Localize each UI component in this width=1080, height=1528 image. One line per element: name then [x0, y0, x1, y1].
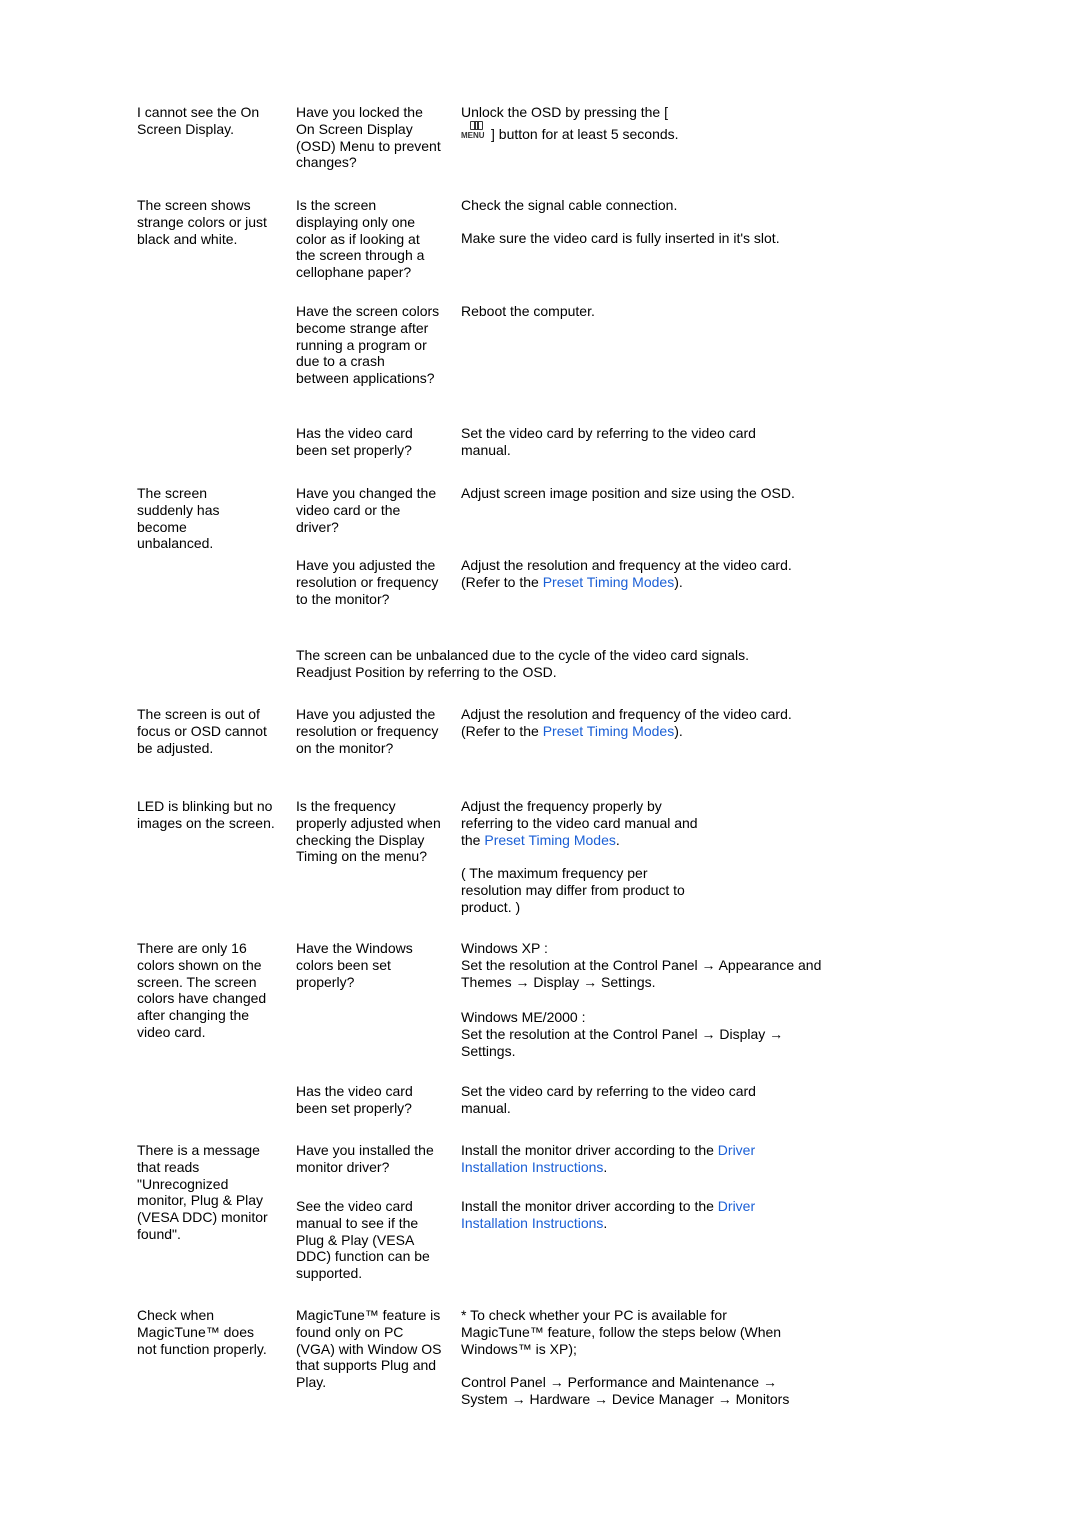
symptom-out-of-focus: The screen is out of focus or OSD cannot…: [137, 706, 267, 756]
solution-text: .: [615, 831, 620, 848]
preset-timing-modes-link[interactable]: Preset Timing Modes: [543, 574, 675, 590]
menu-button-icon: MENU: [461, 120, 491, 141]
windows-me-steps: Set the resolution at the Control Panel …: [461, 1025, 784, 1059]
windows-xp-steps: Set the resolution at the Control Panel …: [461, 956, 822, 990]
symptom-unrecognized-monitor: There is a message that reads "Unrecogni…: [137, 1142, 268, 1242]
solution-text: .: [603, 1158, 608, 1175]
solution-video-card-manual-2: Set the video card by referring to the v…: [461, 1083, 756, 1116]
solution-text: ] button for at least 5 seconds.: [491, 125, 679, 142]
check-frequency-adjusted: Is the frequency properly adjusted when …: [296, 798, 441, 865]
check-video-card-set: Has the video card been set properly?: [296, 425, 413, 458]
solution-text: .: [603, 1214, 608, 1231]
solution-adjust-resolution-video-card: Adjust the resolution and frequency of t…: [461, 706, 831, 740]
windows-xp-title: Windows XP :: [461, 940, 548, 956]
symptom-strange-colors: The screen shows strange colors or just …: [137, 197, 267, 247]
solution-video-card-inserted: Make sure the video card is fully insert…: [461, 230, 780, 246]
solution-install-driver: Install the monitor driver according to …: [461, 1142, 791, 1176]
check-video-card-set-2: Has the video card been set properly?: [296, 1083, 413, 1116]
solution-max-frequency-note: ( The maximum frequency per resolution m…: [461, 865, 685, 915]
solution-magictune-path: Control Panel → Performance and Maintena…: [461, 1374, 790, 1407]
check-adjusted-resolution: Have you adjusted the resolution or freq…: [296, 557, 439, 607]
solution-text: Adjust the resolution and frequency of t…: [461, 706, 792, 722]
solution-text: Install the monitor driver according to …: [461, 1142, 718, 1158]
check-plug-and-play: See the video card manual to see if the …: [296, 1198, 430, 1282]
symptom-magictune: Check when MagicTune™ does not function …: [137, 1307, 267, 1357]
check-colors-after-crash: Have the screen colors become strange af…: [296, 303, 440, 387]
solution-video-card-manual: Set the video card by referring to the v…: [461, 425, 756, 458]
symptom-16-colors: There are only 16 colors shown on the sc…: [137, 940, 267, 1040]
solution-windows-me: Windows ME/2000 : Set the resolution at t…: [461, 1009, 816, 1059]
solution-text: (Refer to the: [461, 722, 543, 739]
symptom-osd-not-visible: I cannot see the On Screen Display.: [137, 104, 260, 137]
check-osd-locked: Have you locked the On Screen Display (O…: [296, 104, 441, 171]
solution-text: ).: [674, 573, 683, 590]
check-windows-colors: Have the Windows colors been set properl…: [296, 940, 413, 990]
solution-windows-xp: Windows XP : Set the resolution at the Co…: [461, 940, 826, 990]
check-one-color: Is the screen displaying only one color …: [296, 197, 425, 281]
solution-adjust-resolution: Adjust the resolution and frequency at t…: [461, 557, 831, 591]
windows-me-title: Windows ME/2000 :: [461, 1009, 586, 1025]
solution-magictune-check: * To check whether your PC is available …: [461, 1307, 782, 1357]
solution-install-driver-2: Install the monitor driver according to …: [461, 1198, 791, 1232]
solution-adjust-frequency: Adjust the frequency properly by referri…: [461, 798, 701, 848]
solution-text: Adjust the resolution and frequency at t…: [461, 557, 792, 573]
solution-text: (Refer to the: [461, 573, 543, 590]
preset-timing-modes-link[interactable]: Preset Timing Modes: [484, 832, 616, 848]
check-magictune-os: MagicTune™ feature is found only on PC (…: [296, 1307, 442, 1391]
symptom-unbalanced: The screen suddenly has become unbalance…: [137, 485, 220, 552]
solution-unlock-osd: Unlock the OSD by pressing the [MENU] bu…: [461, 104, 831, 143]
symptom-led-blinking: LED is blinking but no images on the scr…: [137, 798, 275, 831]
check-changed-video-card: Have you changed the video card or the d…: [296, 485, 437, 535]
solution-adjust-position: Adjust screen image position and size us…: [461, 485, 795, 501]
solution-text: ).: [674, 722, 683, 739]
solution-reboot: Reboot the computer.: [461, 303, 595, 319]
solution-text: Install the monitor driver according to …: [461, 1198, 718, 1214]
preset-timing-modes-link[interactable]: Preset Timing Modes: [543, 723, 675, 739]
solution-check-cable: Check the signal cable connection.: [461, 197, 678, 213]
check-driver-installed: Have you installed the monitor driver?: [296, 1142, 434, 1175]
check-adjusted-resolution-monitor: Have you adjusted the resolution or freq…: [296, 706, 439, 756]
unbalanced-note: The screen can be unbalanced due to the …: [296, 647, 749, 680]
solution-text: Unlock the OSD by pressing the [: [461, 104, 668, 120]
